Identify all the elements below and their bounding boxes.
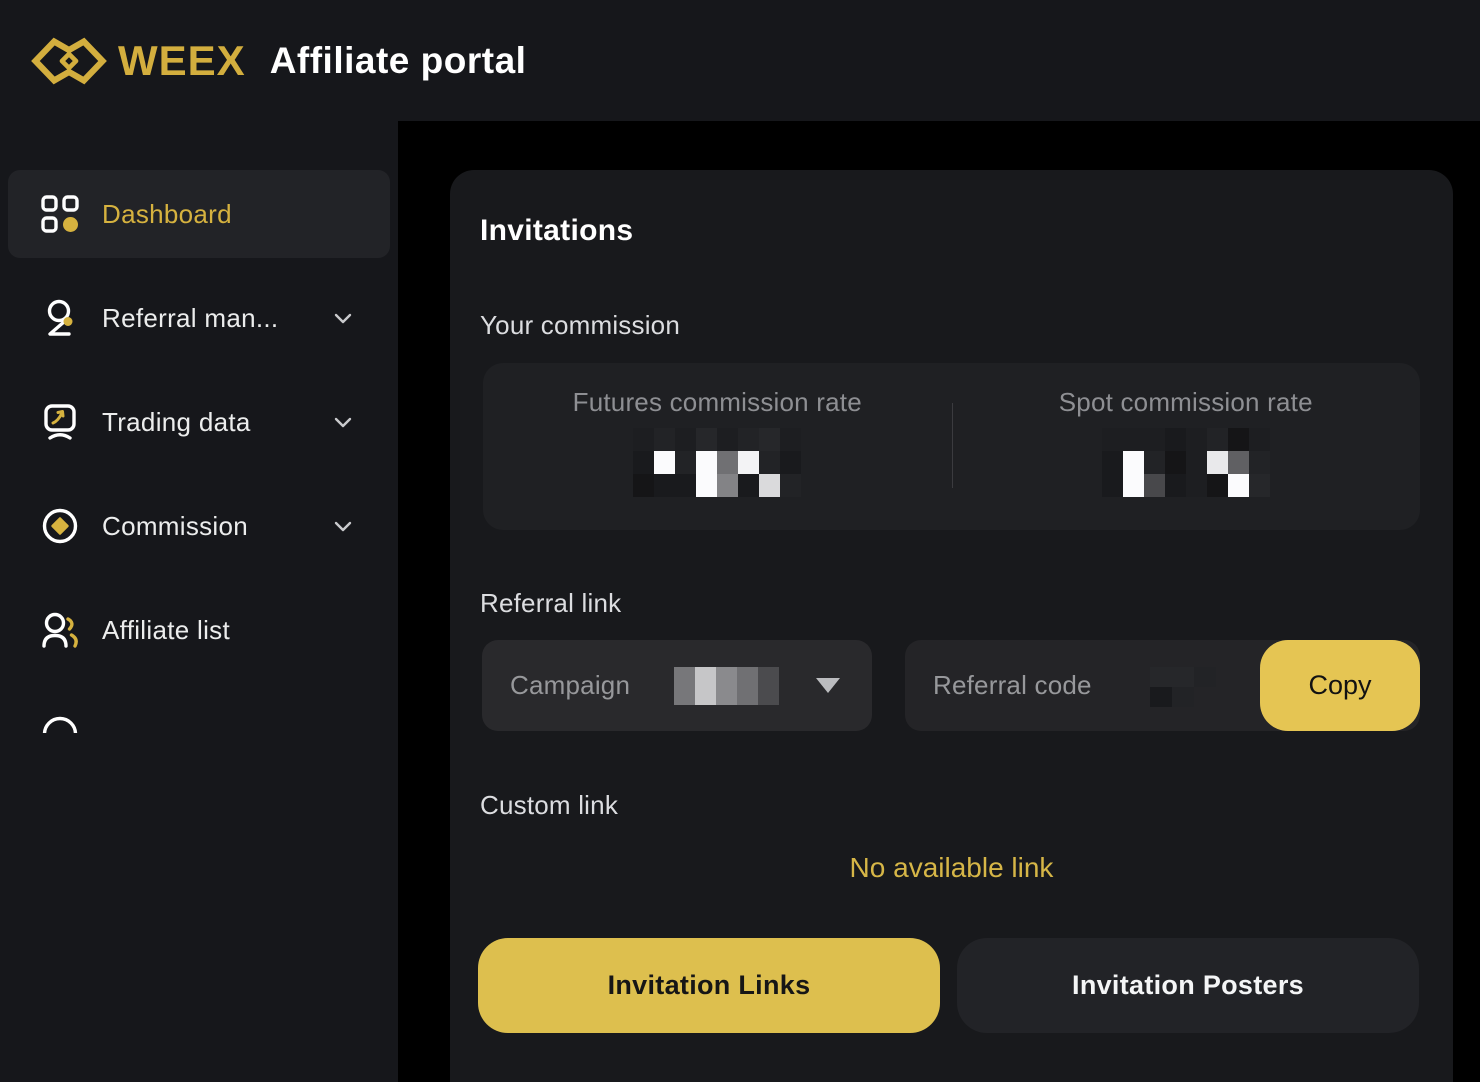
no-available-link-text: No available link	[450, 852, 1453, 884]
sidebar-item-label: Referral man...	[102, 303, 278, 334]
campaign-dropdown[interactable]: Campaign	[482, 640, 872, 731]
sidebar-item-referral-management[interactable]: Referral man...	[8, 274, 390, 362]
chevron-down-icon	[330, 305, 356, 331]
app-window: WEEX Affiliate portal Dashboard	[0, 0, 1480, 1082]
campaign-label: Campaign	[510, 670, 630, 701]
sidebar: Dashboard Referral man...	[0, 121, 398, 1082]
circle-icon	[38, 712, 82, 733]
panel-divider	[952, 403, 953, 488]
custom-link-section-title: Custom link	[480, 790, 618, 821]
invitation-links-button[interactable]: Invitation Links	[478, 938, 940, 1033]
weex-logo-icon	[30, 34, 108, 88]
commission-rates-panel: Futures commission rate Spot commission …	[483, 363, 1420, 530]
referral-code-redacted-value	[1150, 667, 1216, 707]
invitations-card: Invitations Your commission Futures comm…	[450, 170, 1453, 1082]
chevron-down-icon	[330, 513, 356, 539]
sidebar-item-clipped[interactable]	[8, 690, 390, 733]
main-content: Invitations Your commission Futures comm…	[398, 121, 1480, 1082]
sidebar-item-affiliate-list[interactable]: Affiliate list	[8, 586, 390, 674]
coin-diamond-icon	[38, 504, 82, 548]
spot-rate-redacted-value	[1102, 428, 1270, 497]
card-title: Invitations	[480, 214, 633, 248]
sidebar-item-commission[interactable]: Commission	[8, 482, 390, 570]
person-icon	[38, 296, 82, 340]
copy-button[interactable]: Copy	[1260, 640, 1420, 731]
sidebar-item-dashboard[interactable]: Dashboard	[8, 170, 390, 258]
monitor-chart-icon	[38, 400, 82, 444]
spot-rate-label: Spot commission rate	[1059, 387, 1313, 418]
sidebar-item-label: Trading data	[102, 407, 251, 438]
page-title: Affiliate portal	[270, 40, 527, 82]
brand-name: WEEX	[118, 37, 246, 85]
futures-commission-column: Futures commission rate	[483, 363, 952, 530]
futures-rate-redacted-value	[633, 428, 801, 497]
campaign-redacted-value	[674, 667, 779, 705]
chevron-down-icon	[330, 409, 356, 435]
commission-section-title: Your commission	[480, 310, 680, 341]
people-icon	[38, 608, 82, 652]
dashboard-grid-icon	[38, 192, 82, 236]
sidebar-item-trading-data[interactable]: Trading data	[8, 378, 390, 466]
sidebar-menu: Dashboard Referral man...	[0, 170, 398, 733]
referral-code-label: Referral code	[933, 670, 1092, 701]
referral-code-field[interactable]: Referral code Copy	[905, 640, 1420, 731]
app-header: WEEX Affiliate portal	[0, 0, 1480, 121]
referral-section-title: Referral link	[480, 588, 621, 619]
spot-commission-column: Spot commission rate	[952, 363, 1421, 530]
sidebar-item-label: Affiliate list	[102, 615, 230, 646]
invitation-posters-button[interactable]: Invitation Posters	[957, 938, 1419, 1033]
dropdown-caret-icon	[816, 678, 840, 693]
sidebar-item-label: Dashboard	[102, 199, 232, 230]
sidebar-item-label: Commission	[102, 511, 248, 542]
futures-rate-label: Futures commission rate	[573, 387, 862, 418]
